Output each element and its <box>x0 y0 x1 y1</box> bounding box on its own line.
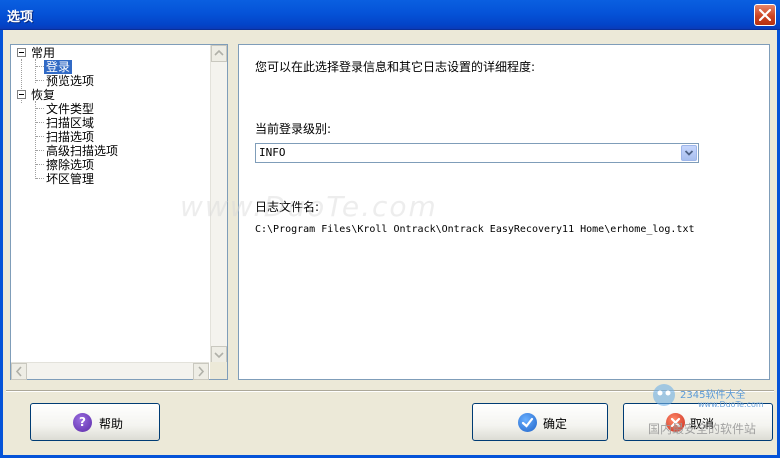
help-icon: ? <box>73 413 92 432</box>
collapse-icon[interactable] <box>17 48 26 57</box>
tree-item-label: 擦除选项 <box>46 158 95 172</box>
window-title: 选项 <box>7 10 34 25</box>
tree-item-label: 高级扫描选项 <box>46 144 119 158</box>
chevron-right-icon <box>198 366 205 377</box>
tree-line <box>36 178 44 179</box>
background-watermark: www.DuoTe.com <box>180 190 438 223</box>
cancel-icon <box>666 413 685 432</box>
tree-item-label: 扫描区域 <box>46 116 95 130</box>
chevron-down-icon <box>684 150 694 156</box>
ok-button[interactable]: 确定 <box>472 403 608 441</box>
description-text: 您可以在此选择登录信息和其它日志设置的详细程度: <box>255 60 536 74</box>
tree-item-label: 常用 <box>31 46 56 60</box>
tree-item-label: 文件类型 <box>46 102 95 116</box>
scroll-left-button[interactable] <box>11 363 27 380</box>
tree-item-login[interactable]: 登录 <box>44 60 73 74</box>
log-level-value: INFO <box>259 146 286 159</box>
scroll-up-button[interactable] <box>211 45 227 62</box>
tree-item-label: 坏区管理 <box>46 172 95 186</box>
tree-item-scan-options[interactable]: 扫描选项 <box>46 130 94 144</box>
ok-button-label: 确定 <box>543 417 568 431</box>
tree-line <box>36 136 44 137</box>
tree-item-file-types[interactable]: 文件类型 <box>46 102 94 116</box>
tree-line <box>35 101 36 179</box>
tree-item-scan-area[interactable]: 扫描区域 <box>46 116 94 130</box>
cancel-button-label: 取消 <box>690 417 715 431</box>
tree-item-label: 登录 <box>44 60 73 74</box>
tree-item-general[interactable]: 常用 <box>31 46 55 60</box>
tree-line <box>36 80 44 81</box>
log-level-select[interactable]: INFO <box>255 143 699 163</box>
tree-line <box>36 122 44 123</box>
tree-item-label: 恢复 <box>31 88 56 102</box>
tree-line <box>36 108 44 109</box>
close-button[interactable] <box>754 4 776 26</box>
checkmark-icon <box>518 413 537 432</box>
help-button-label: 帮助 <box>99 417 124 431</box>
dropdown-button[interactable] <box>681 145 697 161</box>
scroll-right-button[interactable] <box>193 363 209 380</box>
log-level-label: 当前登录级别: <box>255 122 332 136</box>
close-icon <box>759 9 771 21</box>
chevron-left-icon <box>15 366 22 377</box>
tree-item-advanced-scan-options[interactable]: 高级扫描选项 <box>46 144 118 158</box>
collapse-icon[interactable] <box>17 90 26 99</box>
scrollbar-corner <box>210 362 227 379</box>
tree-line <box>36 164 44 165</box>
help-button[interactable]: ? 帮助 <box>30 403 160 441</box>
tree-item-label: 预览选项 <box>46 74 95 88</box>
tree-item-bad-sector-management[interactable]: 坏区管理 <box>46 172 94 186</box>
tree-item-erase-options[interactable]: 擦除选项 <box>46 158 94 172</box>
tree-line <box>36 150 44 151</box>
chevron-up-icon <box>214 49 224 56</box>
scroll-down-button[interactable] <box>211 346 227 363</box>
tree-horizontal-scrollbar[interactable] <box>11 362 209 380</box>
tree-item-preview-options[interactable]: 预览选项 <box>46 74 94 88</box>
title-bar: 选项 <box>0 0 780 30</box>
chevron-down-icon <box>214 352 224 359</box>
tree-line <box>36 66 44 67</box>
cancel-button[interactable]: 取消 <box>623 403 773 441</box>
log-file-path: C:\Program Files\Kroll Ontrack\Ontrack E… <box>255 224 695 235</box>
separator <box>6 390 774 392</box>
tree-item-recovery[interactable]: 恢复 <box>31 88 55 102</box>
tree-item-label: 扫描选项 <box>46 130 95 144</box>
